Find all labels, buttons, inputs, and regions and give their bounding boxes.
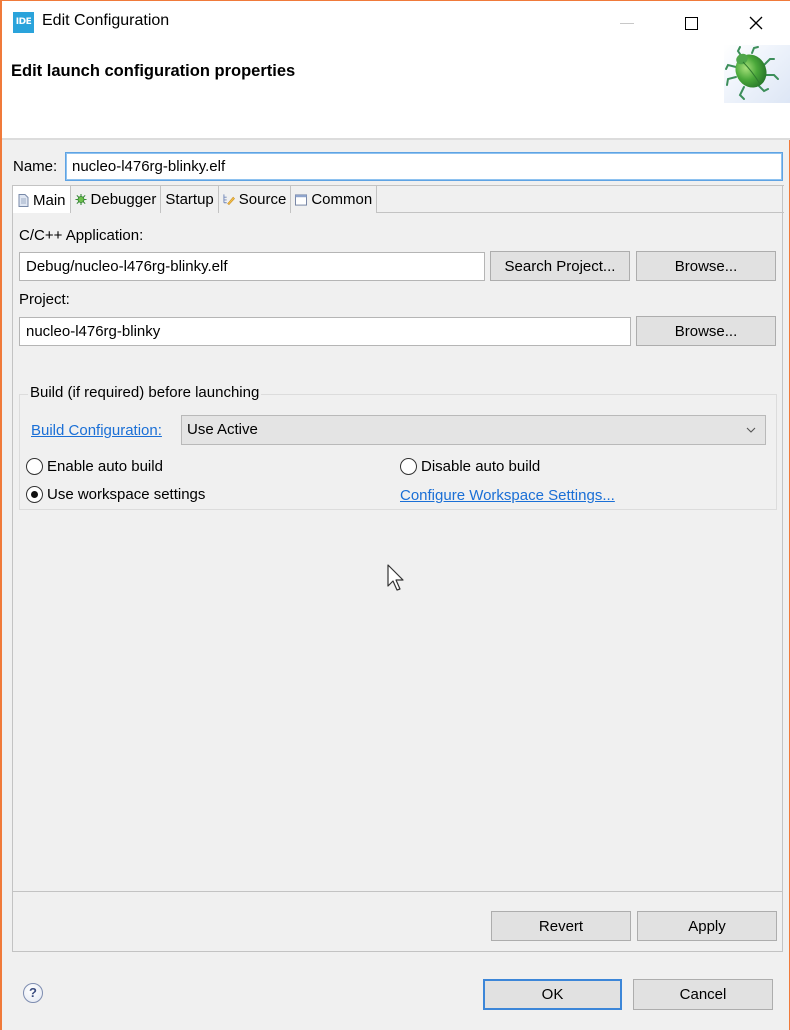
tab-label: Startup [165,191,214,208]
search-project-button[interactable]: Search Project... [490,251,630,281]
application-label: C/C++ Application: [19,227,144,244]
name-input[interactable] [65,152,783,181]
main-tab-content: C/C++ Application: Search Project... Bro… [13,213,782,891]
dialog-header-title: Edit launch configuration properties [11,62,296,80]
application-input[interactable] [19,252,485,281]
project-label: Project: [19,291,70,308]
minimize-icon [620,22,634,24]
document-icon [17,193,29,207]
banner-image [724,45,790,103]
disable-auto-build-radio[interactable]: Disable auto build [400,458,540,475]
radio-button[interactable] [26,458,43,475]
title-bar: IDE Edit Configuration [2,1,790,45]
bug-gear-icon [74,193,87,206]
radio-label: Disable auto build [421,458,541,475]
revert-button[interactable]: Revert [491,911,631,941]
name-row: Name: [12,149,783,183]
radio-button[interactable] [400,458,417,475]
tab-folder: Main Debugger Startup Source Common C/C+… [12,185,784,892]
apply-button[interactable]: Apply [637,911,777,941]
tab-label: Main [33,191,66,209]
configure-workspace-settings-link[interactable]: Configure Workspace Settings... [400,487,615,504]
source-icon [223,194,235,206]
chevron-down-icon [745,416,757,444]
radio-label: Use workspace settings [47,486,206,503]
cancel-button[interactable]: Cancel [633,979,773,1010]
launch-config-actions: Revert Apply [12,892,783,952]
build-configuration-link[interactable]: Build Configuration: [31,422,162,439]
tab-common[interactable]: Common [291,186,378,213]
dialog-header: Edit launch configuration properties [2,45,790,140]
close-icon [749,16,763,30]
radio-button[interactable] [26,486,43,503]
project-browse-button[interactable]: Browse... [636,316,776,346]
project-input[interactable] [19,317,631,346]
window-title: Edit Configuration [42,12,170,29]
window-icon [295,193,308,206]
bug-icon [725,46,779,100]
tab-label: Common [311,191,373,208]
tab-label: Debugger [90,191,157,208]
help-icon[interactable]: ? [23,983,43,1003]
minimize-button[interactable] [595,1,659,45]
application-browse-button[interactable]: Browse... [636,251,776,281]
build-group-title: Build (if required) before launching [28,384,262,401]
maximize-icon [684,16,698,30]
name-label: Name: [13,158,58,175]
radio-label: Enable auto build [47,458,163,475]
edit-configuration-dialog: IDE Edit Configuration Edit launch confi… [0,0,790,1030]
use-workspace-settings-radio[interactable]: Use workspace settings [26,486,205,503]
tab-startup[interactable]: Startup [161,186,219,213]
tab-debugger[interactable]: Debugger [70,186,162,213]
ok-button[interactable]: OK [483,979,622,1010]
build-group: Build (if required) before launching Bui… [19,384,777,510]
tab-label: Source [238,191,287,208]
close-button[interactable] [724,1,788,45]
maximize-button[interactable] [659,1,723,45]
tab-strip: Main Debugger Startup Source Common [13,185,784,214]
build-configuration-select[interactable]: Use Active [181,415,766,445]
tab-main[interactable]: Main [13,186,71,214]
enable-auto-build-radio[interactable]: Enable auto build [26,458,163,475]
mouse-cursor-icon [387,564,404,591]
tab-source[interactable]: Source [218,186,292,213]
build-configuration-value: Use Active [187,421,258,438]
ide-app-icon: IDE [13,12,34,33]
